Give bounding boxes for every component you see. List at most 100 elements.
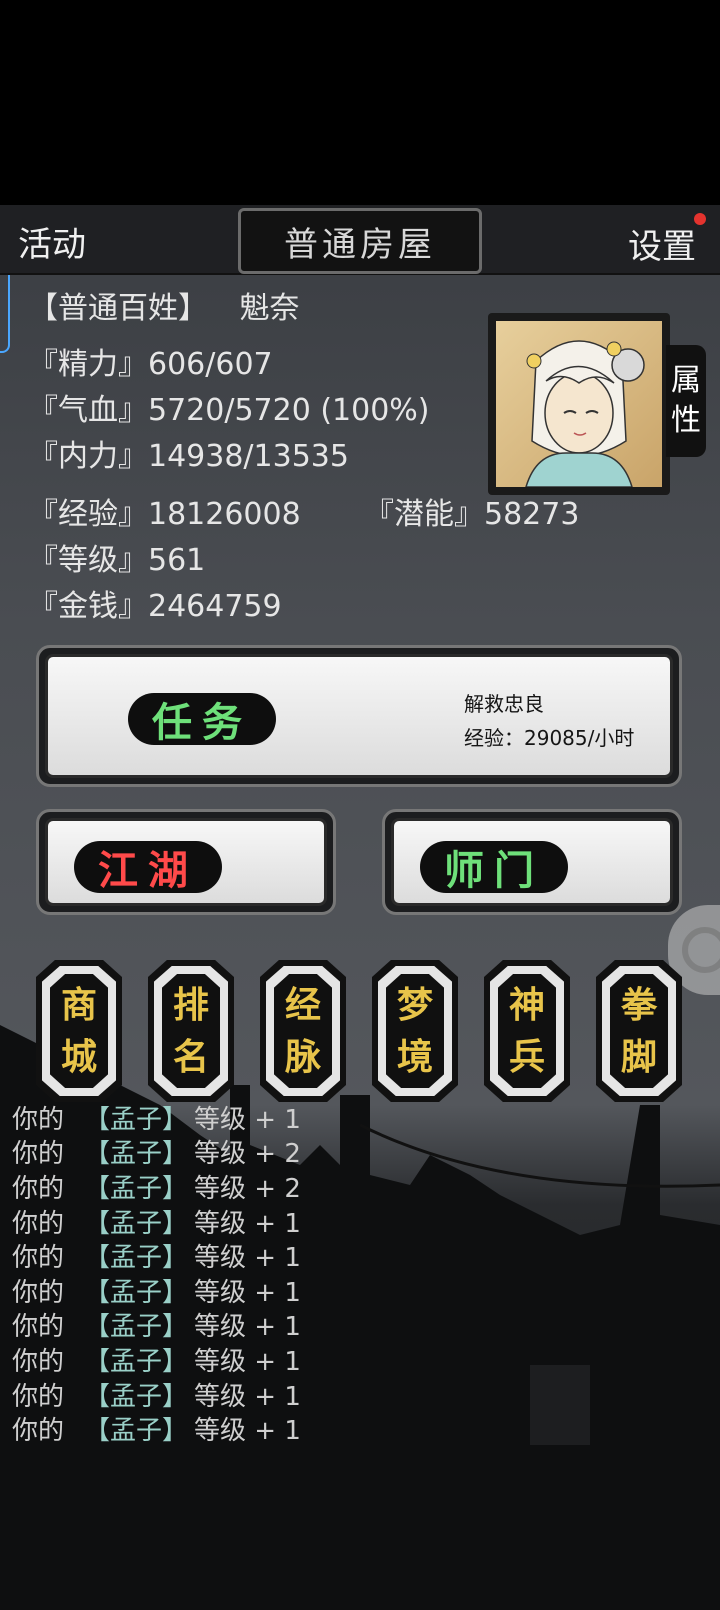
log-skill: 【孟子】 [84, 1208, 189, 1239]
log-level: 等级 + 1 [194, 1312, 301, 1343]
log-skill: 【孟子】 [84, 1346, 189, 1377]
log-you: 你的 [12, 1208, 65, 1239]
menu-meridians[interactable]: 经脉 [260, 960, 346, 1102]
task-label: 任务 [128, 693, 276, 746]
log-level: 等级 + 1 [194, 1416, 301, 1447]
log-skill: 【孟子】 [84, 1173, 189, 1204]
notification-dot [694, 213, 706, 225]
log-line: 你的 【孟子】 等级 + 1 [12, 1308, 301, 1343]
message-log: 你的 【孟子】 等级 + 1 你的 【孟子】 等级 + 2 你的 【孟子】 等级 + 2 你… [12, 1100, 301, 1446]
log-level: 等级 + 2 [194, 1139, 301, 1170]
menu-char: 拳 [620, 984, 657, 1026]
attributes-tab[interactable]: 属 性 [666, 345, 706, 457]
stat-energy: 『精力』606/607 [28, 339, 273, 383]
attr-tab-char: 属 [671, 363, 701, 398]
stat-value: 58273 [484, 497, 580, 532]
stat-health: 『气血』5720/5720 (100%) [28, 385, 430, 429]
log-line: 你的 【孟子】 等级 + 2 [12, 1135, 301, 1170]
log-skill: 【孟子】 [84, 1312, 189, 1343]
stat-inner: 『内力』14938/13535 [28, 431, 349, 475]
stat-level: 『等级』561 [28, 535, 205, 579]
log-line: 你的 【孟子】 等级 + 2 [12, 1169, 301, 1204]
log-you: 你的 [12, 1416, 65, 1447]
menu-char: 商 [60, 984, 97, 1026]
top-bar: 活动 普通房屋 设置 [0, 205, 720, 275]
task-info: 解救忠良 经验：29085/小时 [464, 687, 634, 755]
task-rate: 经验：29085/小时 [464, 726, 635, 750]
game-screen: 活动 普通房屋 设置 【普通百姓】 魁奈 『精力』606/607 『气血』572… [0, 205, 720, 1610]
attr-tab-char: 性 [671, 403, 701, 438]
menu-char: 排 [172, 984, 209, 1026]
log-line: 你的 【孟子】 等级 + 1 [12, 1411, 301, 1446]
log-line: 你的 【孟子】 等级 + 1 [12, 1377, 301, 1412]
log-skill: 【孟子】 [84, 1243, 189, 1274]
menu-divine-weapon[interactable]: 神兵 [484, 960, 570, 1102]
log-level: 等级 + 2 [194, 1173, 301, 1204]
log-you: 你的 [12, 1243, 65, 1274]
character-portrait[interactable] [488, 313, 670, 495]
menu-char: 境 [396, 1036, 433, 1078]
log-skill: 【孟子】 [84, 1416, 189, 1447]
log-line: 你的 【孟子】 等级 + 1 [12, 1273, 301, 1308]
menu-char: 名 [172, 1036, 209, 1078]
menu-char: 经 [284, 984, 321, 1026]
stat-label: 『气血』 [28, 393, 148, 428]
menu-char: 神 [508, 984, 545, 1026]
log-level: 等级 + 1 [194, 1346, 301, 1377]
stat-label: 『金钱』 [28, 589, 148, 624]
log-skill: 【孟子】 [84, 1104, 189, 1135]
stat-label: 『等级』 [28, 543, 148, 578]
shimen-button[interactable]: 师门 [382, 809, 682, 915]
menu-dreamland[interactable]: 梦境 [372, 960, 458, 1102]
menu-char: 脚 [620, 1036, 657, 1078]
log-level: 等级 + 1 [194, 1104, 301, 1135]
log-line: 你的 【孟子】 等级 + 1 [12, 1100, 301, 1135]
character-title: 【普通百姓】 [28, 291, 208, 326]
task-name: 解救忠良 [464, 692, 544, 716]
log-skill: 【孟子】 [84, 1139, 189, 1170]
stat-money: 『金钱』2464759 [28, 581, 282, 625]
log-level: 等级 + 1 [194, 1208, 301, 1239]
menu-char: 兵 [508, 1036, 545, 1078]
log-you: 你的 [12, 1173, 65, 1204]
stat-label: 『内力』 [28, 439, 148, 474]
task-button[interactable]: 任务 解救忠良 经验：29085/小时 [36, 645, 682, 787]
settings-button[interactable]: 设置 [628, 219, 696, 268]
log-you: 你的 [12, 1312, 65, 1343]
status-bar-area [0, 0, 720, 205]
log-you: 你的 [12, 1139, 65, 1170]
jianghu-label: 江湖 [74, 841, 222, 894]
log-skill: 【孟子】 [84, 1381, 189, 1412]
menu-char: 脉 [284, 1036, 321, 1078]
menu-fist-kick[interactable]: 拳脚 [596, 960, 682, 1102]
stat-value: 5720/5720 (100%) [148, 393, 430, 428]
stat-label: 『潜能』 [364, 497, 484, 532]
log-level: 等级 + 1 [194, 1243, 301, 1274]
log-you: 你的 [12, 1104, 65, 1135]
stat-value: 606/607 [148, 347, 273, 382]
shimen-label: 师门 [420, 841, 568, 894]
log-you: 你的 [12, 1381, 65, 1412]
log-you: 你的 [12, 1277, 65, 1308]
menu-char: 梦 [396, 984, 433, 1026]
menu-ranking[interactable]: 排名 [148, 960, 234, 1102]
room-title[interactable]: 普通房屋 [238, 208, 482, 274]
character-header: 【普通百姓】 魁奈 [28, 283, 300, 327]
log-you: 你的 [12, 1346, 65, 1377]
menu-shop[interactable]: 商城 [36, 960, 122, 1102]
stat-value: 18126008 [148, 497, 301, 532]
stat-value: 561 [148, 543, 206, 578]
log-line: 你的 【孟子】 等级 + 1 [12, 1204, 301, 1239]
jianghu-button[interactable]: 江湖 [36, 809, 336, 915]
stat-value: 14938/13535 [148, 439, 349, 474]
stat-exp: 『经验』18126008 [28, 489, 301, 533]
log-line: 你的 【孟子】 等级 + 1 [12, 1238, 301, 1273]
log-level: 等级 + 1 [194, 1381, 301, 1412]
activity-button[interactable]: 活动 [18, 217, 86, 266]
stat-potential: 『潜能』58273 [364, 489, 579, 533]
log-line: 你的 【孟子】 等级 + 1 [12, 1342, 301, 1377]
stat-label: 『精力』 [28, 347, 148, 382]
avatar [525, 340, 645, 487]
menu-char: 城 [60, 1036, 97, 1078]
log-skill: 【孟子】 [84, 1277, 189, 1308]
